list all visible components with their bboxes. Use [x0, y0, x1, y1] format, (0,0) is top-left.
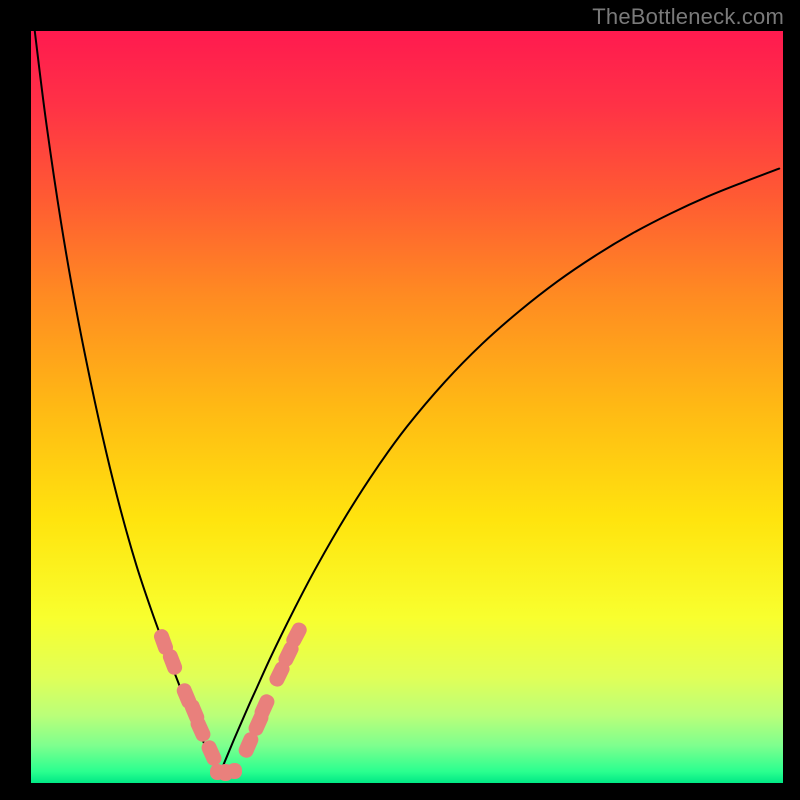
curve-right-branch [219, 169, 779, 776]
bottleneck-curve [31, 31, 783, 783]
chart-frame: TheBottleneck.com [0, 0, 800, 800]
curve-left-branch [35, 31, 219, 775]
plot-area [31, 31, 783, 783]
watermark-text: TheBottleneck.com [592, 4, 784, 30]
bead-marker [227, 763, 242, 779]
